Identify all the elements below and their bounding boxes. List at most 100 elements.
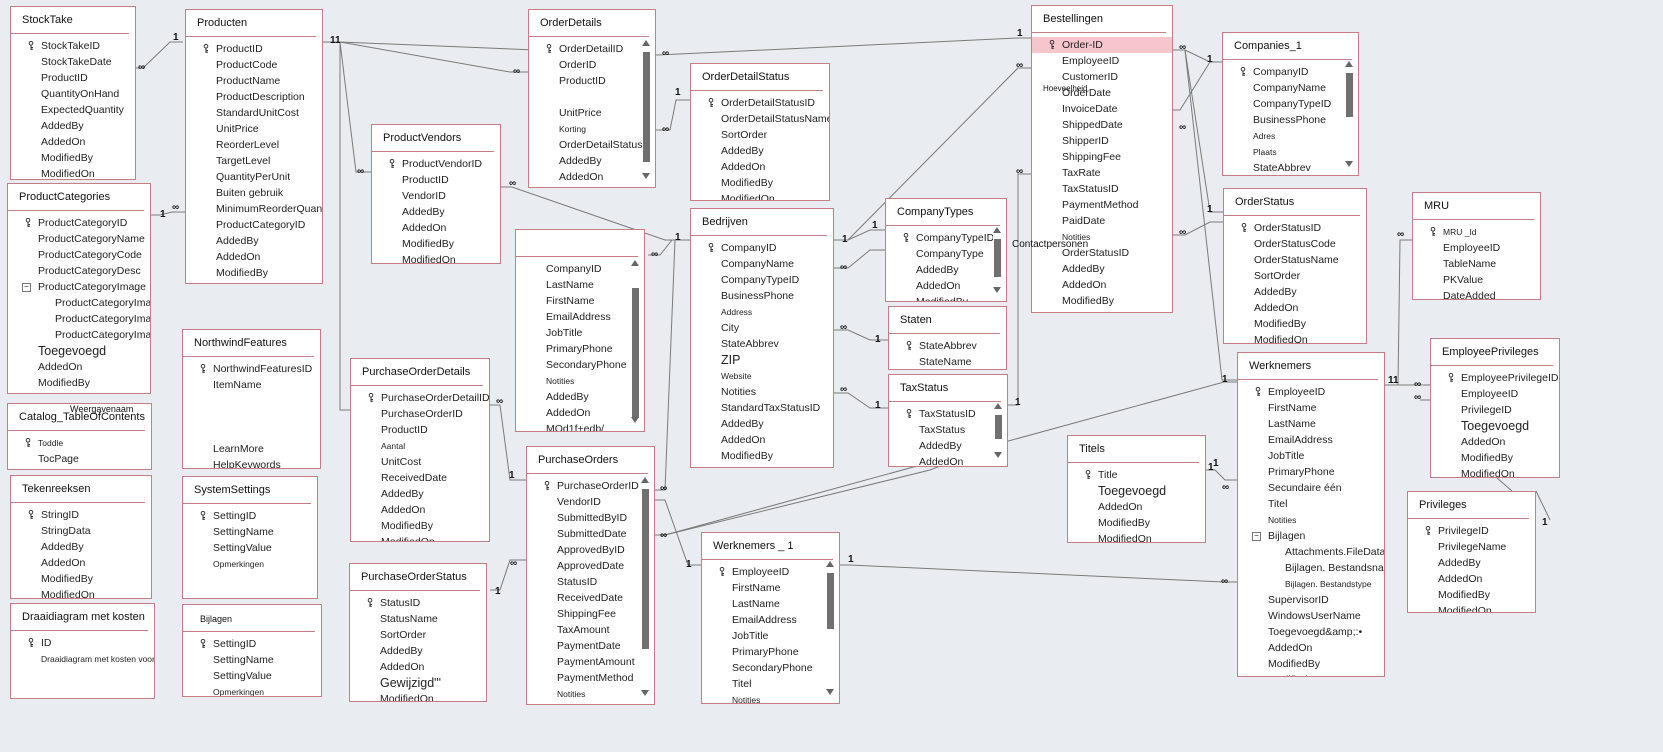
table-title[interactable]: MRU: [1413, 193, 1534, 220]
field-row[interactable]: ProductCategoryDesc: [8, 263, 150, 279]
table-purchaseorders[interactable]: PurchaseOrders PurchaseOrderID VendorID Sub…: [526, 446, 655, 705]
primary-key-field[interactable]: Toddle: [8, 435, 151, 451]
table-title[interactable]: PurchaseOrders: [527, 447, 648, 474]
field-row[interactable]: ModifiedOn: [1068, 531, 1205, 542]
table-orderdetails[interactable]: OrderDetails OrderDetailID OrderID ProductI…: [528, 9, 656, 188]
field-row[interactable]: ModifiedOn: [11, 166, 135, 179]
table-title[interactable]: NorthwindFeatures: [183, 330, 314, 357]
field-row[interactable]: ProductCategoryImage: [8, 295, 150, 311]
table-productcategories[interactable]: ProductCategories ProductCategoryID Produc…: [7, 183, 151, 394]
table-title[interactable]: PurchaseOrderDetails: [351, 359, 483, 386]
field-row[interactable]: LastName: [702, 596, 839, 612]
field-row[interactable]: AddedOn: [886, 278, 1006, 294]
field-row[interactable]: Titel: [702, 676, 839, 692]
relationship-line[interactable]: [656, 99, 690, 131]
primary-key-field[interactable]: EmployeePrivilegeID: [1431, 370, 1559, 386]
field-row[interactable]: Buiten gebruik: [186, 185, 322, 201]
field-row[interactable]: ModifiedBy: [372, 236, 500, 252]
field-row[interactable]: Website: [691, 368, 833, 384]
field-row[interactable]: Titel: [1238, 496, 1384, 512]
field-row[interactable]: EmailAddress: [702, 612, 839, 628]
field-row[interactable]: StateAbbrev: [691, 336, 833, 352]
field-row[interactable]: [183, 425, 320, 441]
scroll-thumb[interactable]: [994, 239, 1001, 277]
field-row[interactable]: QuantityPerUnit: [186, 169, 322, 185]
table-productvendors[interactable]: ProductVendors ProductVendorID ProductID Ve…: [371, 124, 501, 264]
table-title[interactable]: Bestellingen: [1032, 6, 1166, 33]
relationship-line[interactable]: [1206, 469, 1237, 481]
primary-key-field[interactable]: CompanyTypeID: [886, 230, 1006, 246]
vertical-scrollbar[interactable]: [993, 227, 1002, 293]
field-row[interactable]: InvoiceDate: [1032, 101, 1172, 117]
primary-key-field[interactable]: OrderDetailID: [529, 41, 655, 57]
field-row[interactable]: [183, 409, 320, 425]
table-title[interactable]: Draaidiagram met kosten voor training, o…: [11, 604, 148, 631]
primary-key-field[interactable]: SettingID: [183, 636, 321, 652]
field-row[interactable]: ShipperID: [1032, 133, 1172, 149]
vertical-scrollbar[interactable]: [994, 403, 1003, 458]
field-row[interactable]: LastName: [1238, 416, 1384, 432]
relationship-line[interactable]: [1173, 49, 1222, 63]
field-row[interactable]: AddedOn: [186, 249, 322, 265]
table-title[interactable]: Privileges: [1408, 492, 1529, 519]
collapse-icon[interactable]: −: [1252, 532, 1261, 541]
vertical-scrollbar[interactable]: [631, 260, 640, 423]
field-row[interactable]: ModifiedBy: [1068, 515, 1205, 531]
field-row[interactable]: TaxStatusID: [1032, 181, 1172, 197]
vertical-scrollbar[interactable]: [1345, 61, 1354, 167]
field-row[interactable]: ModifiedOn: [186, 281, 322, 283]
field-row[interactable]: DateAdded: [1413, 288, 1540, 299]
table-contactpersonen[interactable]: CompanyID LastName FirstName EmailAddress Jo…: [515, 229, 645, 432]
field-row[interactable]: Toegevoegd: [1068, 483, 1205, 499]
field-row[interactable]: JobTitle: [516, 325, 644, 341]
field-row[interactable]: City: [691, 320, 833, 336]
table-title[interactable]: Bedrijven: [691, 209, 827, 236]
scroll-up-icon[interactable]: [826, 561, 834, 567]
field-row[interactable]: Opmerkingen: [183, 684, 321, 696]
field-row[interactable]: LastName: [516, 277, 644, 293]
field-row[interactable]: AddedBy: [691, 143, 829, 159]
field-row[interactable]: ModifiedBy: [1032, 293, 1172, 309]
field-row[interactable]: Attachments.FileData: [1238, 544, 1384, 560]
field-row[interactable]: AddedBy: [529, 153, 655, 169]
field-row[interactable]: AddedBy: [11, 118, 135, 134]
field-row[interactable]: AddedOn: [8, 359, 150, 375]
field-row[interactable]: AddedOn: [516, 405, 644, 421]
vertical-scrollbar[interactable]: [826, 561, 835, 695]
field-row[interactable]: AddedOn: [1032, 277, 1172, 293]
relationship-line[interactable]: [323, 41, 528, 73]
field-row[interactable]: ProductCategoryImage: [8, 311, 150, 327]
field-row[interactable]: UnitPrice: [186, 121, 322, 137]
field-row[interactable]: ApprovedByID: [527, 542, 654, 558]
field-row[interactable]: [11, 667, 154, 683]
relationships-canvas[interactable]: ∞ 1 11 1 ∞ ∞ 1 ∞ ∞ ∞ 1 ∞ ∞ 1 1 1 ∞ ∞ 1 ∞ 1 ∞ 1 ∞ ∞ 1 ∞ ∞ 1 1 ∞ 1 ∞ 1 ∞ ∞ 1 1 ∞…: [0, 0, 1663, 752]
field-row[interactable]: Toegevoegd: [1431, 418, 1559, 434]
field-row[interactable]: ModifiedOn: [691, 191, 829, 200]
field-row[interactable]: SortOrder: [691, 127, 829, 143]
field-row[interactable]: TaxRate: [1032, 165, 1172, 181]
primary-key-field[interactable]: SettingID: [183, 508, 317, 524]
field-row[interactable]: Bijlagen. Bestandstype: [1238, 576, 1384, 592]
scroll-down-icon[interactable]: [826, 689, 834, 695]
field-row[interactable]: Toegevoegd&amp;:•: [1238, 624, 1384, 640]
field-row[interactable]: ApprovedDate: [527, 558, 654, 574]
table-title[interactable]: OrderDetails: [529, 10, 649, 37]
field-row[interactable]: AddedBy: [350, 643, 486, 659]
field-row[interactable]: ModifiedBy: [1408, 587, 1535, 603]
scroll-down-icon[interactable]: [1345, 161, 1353, 167]
field-row[interactable]: AddedBy: [1032, 261, 1172, 277]
field-row[interactable]: Opmerkingen: [183, 556, 317, 572]
table-tekenreeksen[interactable]: Tekenreeksen StringID StringData AddedBy Add…: [10, 475, 152, 599]
field-row[interactable]: [183, 393, 320, 409]
relationship-line[interactable]: [655, 239, 690, 491]
relationship-line[interactable]: [834, 392, 888, 409]
field-row[interactable]: AddedOn: [529, 169, 655, 185]
field-row[interactable]: SortOrder: [350, 627, 486, 643]
field-row[interactable]: ProductDescription: [186, 89, 322, 105]
field-row[interactable]: Notities: [527, 686, 654, 702]
field-row[interactable]: SettingName: [183, 524, 317, 540]
field-row[interactable]: [529, 89, 655, 105]
table-stocktake[interactable]: StockTake StockTakeID StockTakeDate Product…: [10, 6, 136, 180]
table-purchaseorderdetails[interactable]: PurchaseOrderDetails PurchaseOrderDetailI…: [350, 358, 490, 542]
field-row[interactable]: AddedOn: [11, 555, 151, 571]
